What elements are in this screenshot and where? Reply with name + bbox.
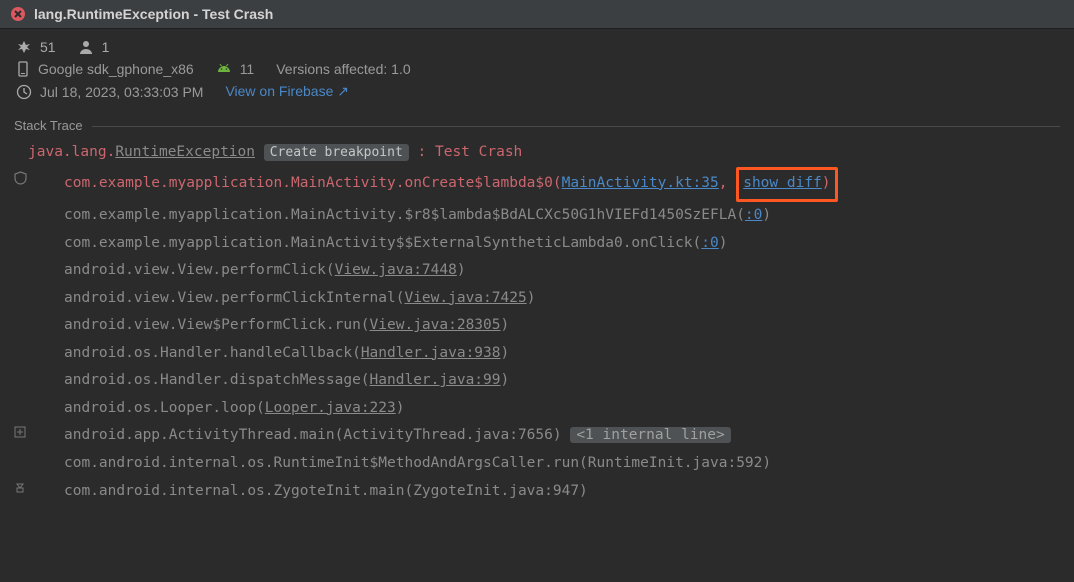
stack-frame: android.app.ActivityThread.main(Activity…	[0, 422, 1074, 450]
gutter-end-icon[interactable]	[14, 482, 28, 496]
source-link[interactable]: :0	[745, 207, 762, 223]
crash-count: 51	[40, 39, 56, 55]
source-link[interactable]: Handler.java:938	[361, 345, 501, 361]
stack-frame: android.view.View$PerformClick.run(View.…	[0, 312, 1074, 340]
frame-after: )	[762, 207, 771, 223]
stack-frame: android.os.Looper.loop(Looper.java:223)	[0, 395, 1074, 423]
source-link[interactable]: Handler.java:99	[370, 372, 501, 388]
frame-text: com.android.internal.os.ZygoteInit.main(…	[64, 483, 588, 499]
frame-text: android.os.Handler.handleCallback(	[64, 345, 361, 361]
frame-after: )	[501, 345, 510, 361]
frame-text: android.os.Handler.dispatchMessage(	[64, 372, 370, 388]
frame-text: android.view.View.performClick(	[64, 262, 335, 278]
frame-after: ,	[719, 175, 736, 191]
source-link[interactable]: :0	[701, 235, 718, 251]
frame-text: com.example.myapplication.MainActivity.o…	[64, 175, 562, 191]
create-breakpoint-button[interactable]: Create breakpoint	[264, 144, 409, 161]
stack-frame: com.example.myapplication.MainActivity.o…	[0, 167, 1074, 203]
exception-package: java.lang.	[28, 144, 115, 160]
meta-block: 51 1 Google sdk_gphone_x86 11 Versions a…	[0, 29, 1074, 114]
error-icon	[10, 6, 26, 22]
frame-text: android.view.View.performClickInternal(	[64, 290, 404, 306]
source-link[interactable]: Looper.java:223	[265, 400, 396, 416]
exception-message: : Test Crash	[409, 144, 523, 160]
source-link[interactable]: View.java:28305	[370, 317, 501, 333]
android-icon	[216, 62, 232, 76]
frame-after: )	[396, 400, 405, 416]
exception-class[interactable]: RuntimeException	[115, 144, 255, 160]
stack-frame: android.view.View.performClick(View.java…	[0, 257, 1074, 285]
user-count: 1	[102, 39, 110, 55]
show-diff-highlight: show diff)	[736, 167, 837, 203]
source-link[interactable]: View.java:7425	[404, 290, 526, 306]
frame-after: )	[527, 290, 536, 306]
versions-affected: Versions affected: 1.0	[276, 61, 410, 77]
frame-after: )	[501, 372, 510, 388]
crash-count-icon	[16, 39, 32, 55]
stack-frame: com.android.internal.os.ZygoteInit.main(…	[0, 478, 1074, 506]
frame-text: android.view.View$PerformClick.run(	[64, 317, 370, 333]
stack-trace: java.lang.RuntimeException Create breakp…	[0, 133, 1074, 517]
frame-text: com.example.myapplication.MainActivity$$…	[64, 235, 701, 251]
frame-text: com.example.myapplication.MainActivity.$…	[64, 207, 745, 223]
frame-text: com.android.internal.os.RuntimeInit$Meth…	[64, 455, 771, 471]
source-link[interactable]: MainActivity.kt:35	[562, 175, 719, 191]
stack-frame: com.example.myapplication.MainActivity$$…	[0, 230, 1074, 258]
device-icon	[16, 61, 30, 77]
stack-frame: com.android.internal.os.RuntimeInit$Meth…	[0, 450, 1074, 478]
frame-text: android.app.ActivityThread.main(Activity…	[64, 427, 570, 443]
frame-after: )	[501, 317, 510, 333]
source-link[interactable]: View.java:7448	[335, 262, 457, 278]
stack-head: java.lang.RuntimeException Create breakp…	[0, 139, 1074, 167]
show-diff-link[interactable]: show diff	[743, 175, 822, 191]
stack-frame: android.os.Handler.dispatchMessage(Handl…	[0, 367, 1074, 395]
frame-after: )	[457, 262, 466, 278]
frame-after: )	[719, 235, 728, 251]
stack-trace-label: Stack Trace	[0, 114, 1074, 133]
stack-frame: com.example.myapplication.MainActivity.$…	[0, 202, 1074, 230]
view-on-firebase-link[interactable]: View on Firebase ↗	[225, 83, 349, 100]
user-icon	[78, 39, 94, 55]
internal-line-badge[interactable]: <1 internal line>	[570, 427, 730, 443]
crash-header: lang.RuntimeException - Test Crash	[0, 0, 1074, 29]
frame-text: android.os.Looper.loop(	[64, 400, 265, 416]
crash-title: lang.RuntimeException - Test Crash	[34, 6, 273, 22]
timestamp: Jul 18, 2023, 03:33:03 PM	[40, 84, 203, 100]
stack-frame: android.view.View.performClickInternal(V…	[0, 285, 1074, 313]
clock-icon	[16, 84, 32, 100]
gutter-shield-icon[interactable]	[14, 171, 28, 185]
api-level: 11	[240, 61, 255, 77]
gutter-expand-icon[interactable]	[14, 426, 28, 440]
device-name: Google sdk_gphone_x86	[38, 61, 194, 77]
stack-frame: android.os.Handler.handleCallback(Handle…	[0, 340, 1074, 368]
